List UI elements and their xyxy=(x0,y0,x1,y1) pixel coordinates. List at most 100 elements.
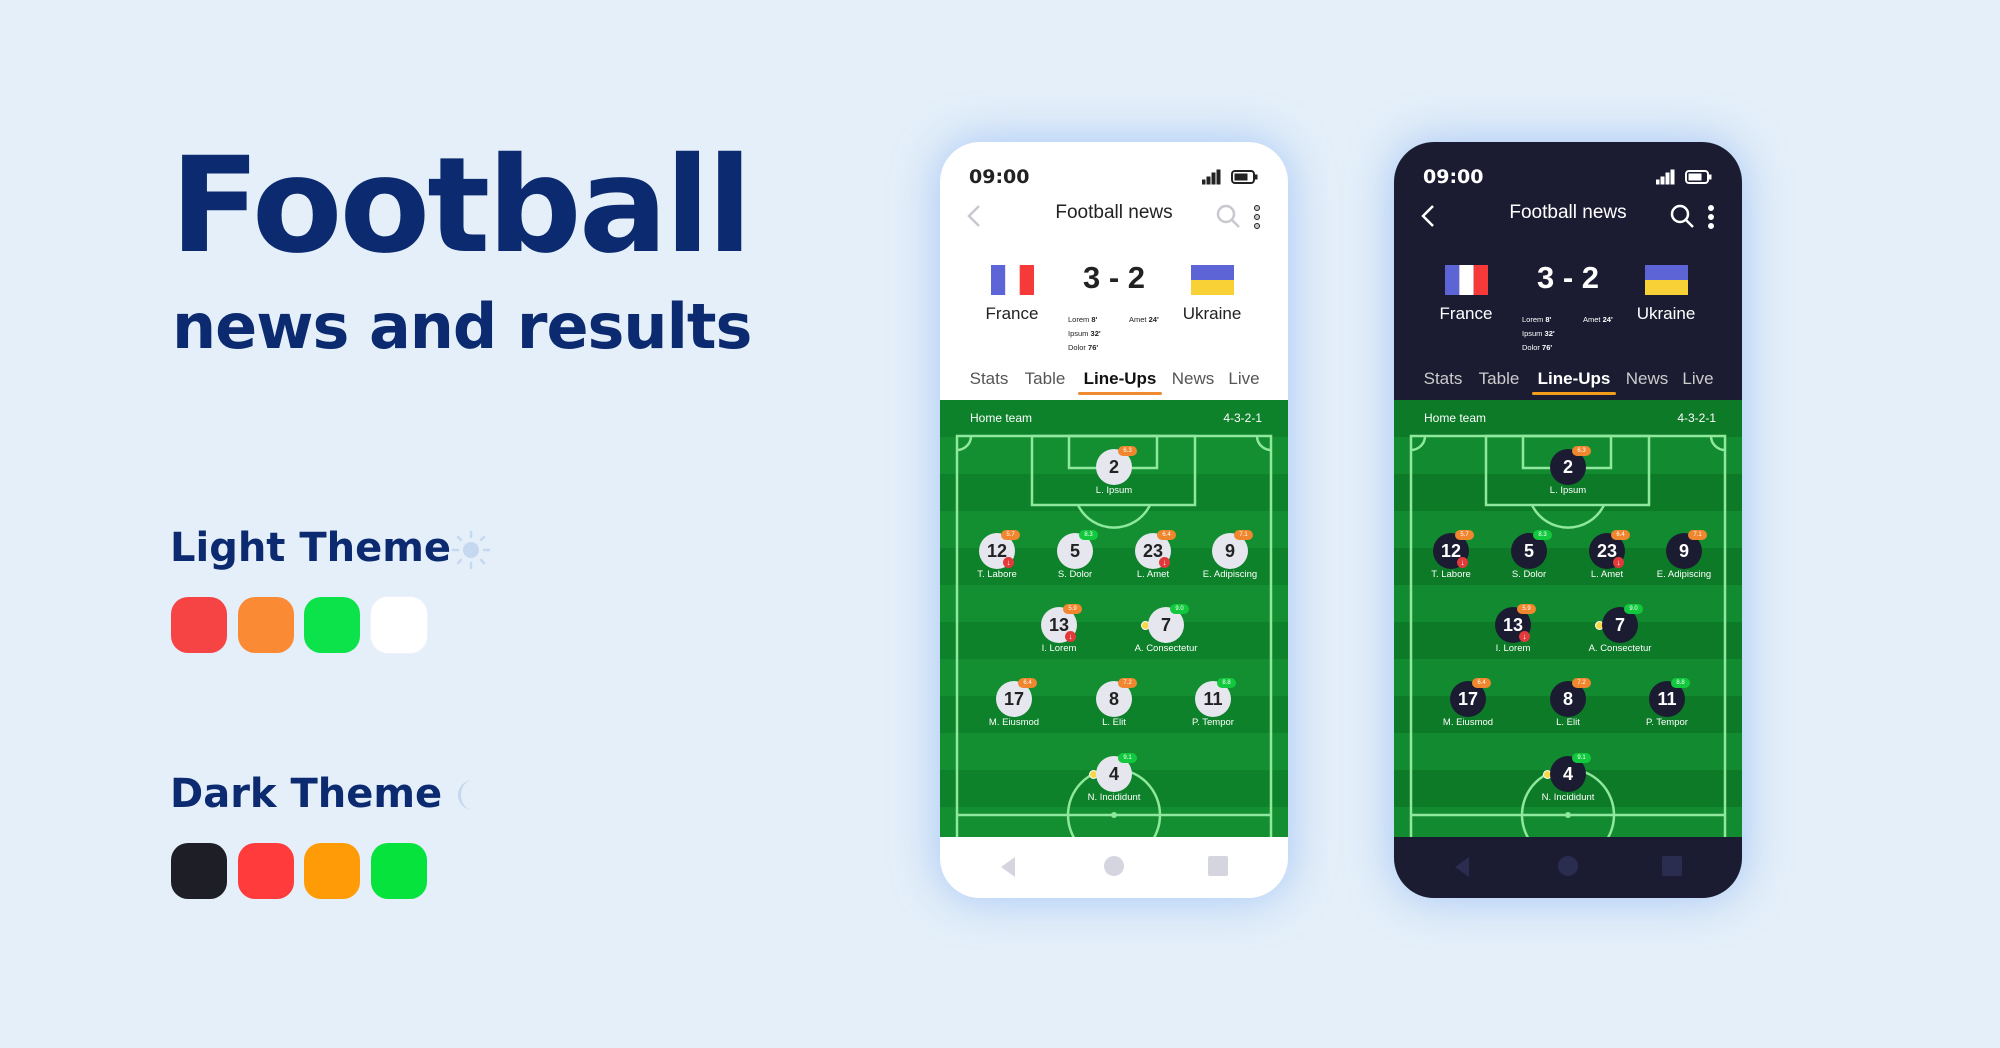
more-options-icon[interactable] xyxy=(1707,204,1715,230)
dark-palette xyxy=(171,843,428,899)
tab-live[interactable]: Live xyxy=(1682,369,1713,389)
player-rating-badge: 9.1 xyxy=(1118,753,1137,763)
player-rating-badge: 5.7 xyxy=(1455,530,1474,540)
nav-home-icon[interactable] xyxy=(1103,855,1125,877)
player-name: E. Adipiscing xyxy=(1656,569,1712,580)
player-rating-badge: 8.8 xyxy=(1217,678,1236,688)
nav-back-icon[interactable] xyxy=(1454,856,1470,878)
light-palette xyxy=(171,597,428,653)
tab-stats[interactable]: Stats xyxy=(1424,369,1463,389)
substituted-off-icon: ↓ xyxy=(1159,557,1170,568)
player-rating-badge: 6.3 xyxy=(1572,446,1591,456)
home-scorer: Lorem 8' xyxy=(1522,315,1552,324)
active-tab-indicator xyxy=(1078,392,1162,395)
player-name: A. Consectetur xyxy=(1134,643,1198,654)
moon-icon xyxy=(458,780,473,810)
signal-battery-icon xyxy=(1202,169,1258,185)
system-nav-bar xyxy=(940,837,1288,898)
player-rating-badge: 6.4 xyxy=(1611,530,1630,540)
signal-battery-icon xyxy=(1656,169,1712,185)
home-scorer: Dolor 76' xyxy=(1068,343,1099,352)
player-name: M. Eiusmod xyxy=(988,717,1040,728)
status-time: 09:00 xyxy=(969,166,1030,188)
player-rating-badge: 7.1 xyxy=(1234,530,1253,540)
player-rating-badge: 7.2 xyxy=(1572,678,1591,688)
player-rating-badge: 6.4 xyxy=(1472,678,1491,688)
light-theme-label: Light Theme xyxy=(170,525,452,571)
more-options-icon[interactable] xyxy=(1253,204,1261,230)
player-rating-badge: 9.0 xyxy=(1624,604,1643,614)
player-name: M. Eiusmod xyxy=(1442,717,1494,728)
player-name: E. Adipiscing xyxy=(1202,569,1258,580)
phone-light-theme: 09:00 Football news France 3 - 2 Ukraine… xyxy=(940,142,1288,898)
dark-swatch-red xyxy=(237,843,294,899)
tab-news[interactable]: News xyxy=(1626,369,1669,389)
player-rating-badge: 9.0 xyxy=(1170,604,1189,614)
light-swatch-white xyxy=(371,597,428,653)
player-name: L. Ipsum xyxy=(1095,485,1133,496)
headline-title: Football xyxy=(170,129,752,283)
match-score: 3 - 2 xyxy=(1536,260,1600,295)
nav-back-icon[interactable] xyxy=(1000,856,1016,878)
search-icon[interactable] xyxy=(1670,204,1696,230)
nav-recents-icon[interactable] xyxy=(1208,856,1228,876)
nav-recents-icon[interactable] xyxy=(1662,856,1682,876)
home-team-name: France xyxy=(985,304,1039,323)
sun-icon xyxy=(451,530,491,570)
home-scorer: Lorem 8' xyxy=(1068,315,1098,324)
phone-dark-theme: 09:00 Football news France 3 - 2 Ukraine… xyxy=(1394,142,1742,898)
substituted-off-icon: ↓ xyxy=(1613,557,1624,568)
nav-home-icon[interactable] xyxy=(1557,855,1579,877)
tab-line-ups[interactable]: Line-Ups xyxy=(1538,369,1611,389)
player-name: P. Tempor xyxy=(1192,717,1234,728)
dark-swatch-black xyxy=(171,843,227,899)
lineup-pitch: Home team 4-3-2-1 2 6.3 L. Ipsum 12 5.7 ↓ T. L… xyxy=(940,400,1288,837)
home-scorer: Ipsum 32' xyxy=(1522,329,1555,338)
player-rating-badge: 7.2 xyxy=(1118,678,1137,688)
home-team-name: France xyxy=(1439,304,1493,323)
substituted-off-icon: ↓ xyxy=(1457,557,1468,568)
tab-table[interactable]: Table xyxy=(1025,369,1066,389)
player-name: L. Elit xyxy=(1102,717,1126,728)
light-swatch-green xyxy=(304,597,361,653)
tab-table[interactable]: Table xyxy=(1479,369,1520,389)
status-time: 09:00 xyxy=(1423,166,1484,188)
tab-live[interactable]: Live xyxy=(1228,369,1259,389)
light-swatch-red xyxy=(171,597,227,653)
player-name: I. Lorem xyxy=(1495,643,1531,654)
player-rating-badge: 9.1 xyxy=(1572,753,1591,763)
player-rating-badge: 8.3 xyxy=(1533,530,1552,540)
lineup-pitch: Home team 4-3-2-1 2 6.3 L. Ipsum 12 5.7 ↓ T. L… xyxy=(1394,400,1742,837)
player-rating-badge: 6.4 xyxy=(1157,530,1176,540)
substituted-off-icon: ↓ xyxy=(1003,557,1014,568)
light-swatch-orange xyxy=(237,597,294,653)
tab-stats[interactable]: Stats xyxy=(970,369,1009,389)
player-rating-badge: 8.3 xyxy=(1079,530,1098,540)
home-scorer: Ipsum 32' xyxy=(1068,329,1101,338)
away-team-name: Ukraine xyxy=(1182,304,1242,323)
substituted-off-icon: ↓ xyxy=(1519,631,1530,642)
player-rating-badge: 6.4 xyxy=(1018,678,1037,688)
dark-swatch-orange xyxy=(304,843,361,899)
home-scorer: Dolor 76' xyxy=(1522,343,1553,352)
substituted-off-icon: ↓ xyxy=(1065,631,1076,642)
active-tab-indicator xyxy=(1532,392,1616,395)
player-name: I. Lorem xyxy=(1041,643,1077,654)
away-scorer: Amet 24' xyxy=(1129,315,1159,324)
player-rating-badge: 8.8 xyxy=(1671,678,1690,688)
player-name: N. Incididunt xyxy=(1541,792,1595,803)
player-name: L. Elit xyxy=(1556,717,1580,728)
tab-line-ups[interactable]: Line-Ups xyxy=(1084,369,1157,389)
player-rating-badge: 5.7 xyxy=(1001,530,1020,540)
player-name: A. Consectetur xyxy=(1588,643,1652,654)
system-nav-bar xyxy=(1394,837,1742,898)
dark-swatch-green xyxy=(371,843,428,899)
search-icon[interactable] xyxy=(1216,204,1242,230)
player-rating-badge: 5.9 xyxy=(1517,604,1536,614)
player-name: L. Ipsum xyxy=(1549,485,1587,496)
tab-news[interactable]: News xyxy=(1172,369,1215,389)
player-rating-badge: 5.9 xyxy=(1063,604,1082,614)
match-score: 3 - 2 xyxy=(1082,260,1146,295)
player-rating-badge: 7.1 xyxy=(1688,530,1707,540)
player-name: N. Incididunt xyxy=(1087,792,1141,803)
